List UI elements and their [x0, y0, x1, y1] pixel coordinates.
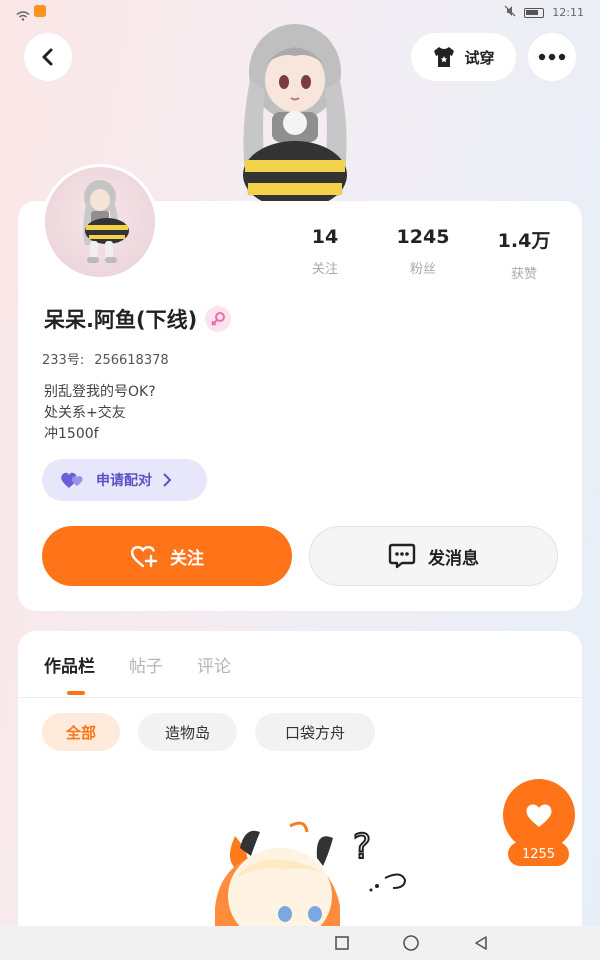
empty-state-illustration: ? [205, 818, 415, 944]
chevron-right-icon [163, 473, 172, 487]
chat-bubble-icon [388, 543, 416, 569]
tab-divider [18, 697, 582, 698]
heart-icon [526, 804, 552, 827]
try-on-button[interactable]: 试穿 [411, 33, 516, 81]
uid-value[interactable]: 256618378 [94, 353, 168, 368]
tshirt-icon [434, 47, 455, 67]
stat-following[interactable]: 14 关注 [280, 226, 370, 277]
app-notification-icon [34, 5, 46, 17]
stat-followers-label: 粉丝 [409, 262, 436, 277]
triangle-back-icon [475, 936, 487, 950]
battery-icon [524, 7, 545, 18]
uid-label: 233号: [42, 353, 85, 368]
pair-request-label: 申请配对 [96, 473, 152, 489]
home-button[interactable] [402, 934, 420, 952]
stat-likes[interactable]: 1.4万 获赞 [479, 226, 569, 282]
username-row: 呆呆.阿鱼(下线) [44, 304, 232, 334]
svg-text:?: ? [353, 827, 371, 867]
stat-following-label: 关注 [311, 262, 338, 277]
send-message-label: 发消息 [428, 548, 479, 569]
back-button[interactable] [24, 33, 72, 81]
pair-request-button[interactable]: 申请配对 [42, 459, 207, 501]
uid-row: 233号: 256618378 [42, 349, 179, 368]
system-back-button[interactable] [472, 934, 490, 952]
system-navigation-bar [0, 926, 600, 960]
like-count: 1255 [508, 842, 569, 866]
follow-button[interactable]: 关注 [42, 526, 292, 586]
female-gender-icon [205, 306, 232, 332]
tab-works[interactable]: 作品栏 [44, 652, 95, 677]
avatar[interactable] [42, 164, 158, 280]
bio-line: 处关系+交友 [44, 405, 126, 421]
mute-icon [504, 5, 516, 20]
stat-followers-value: 1245 [396, 226, 450, 248]
status-time: 12:11 [552, 6, 584, 19]
try-on-label: 试穿 [464, 48, 495, 67]
recent-apps-button[interactable] [333, 934, 351, 952]
more-options-button[interactable] [528, 33, 576, 81]
active-tab-indicator [67, 691, 85, 695]
stat-likes-value: 1.4万 [497, 230, 551, 252]
profile-stats: 14 关注 1245 粉丝 1.4万 获赞 [280, 226, 580, 282]
bio-line: 冲1500f [44, 426, 99, 442]
heart-plus-icon [130, 546, 158, 568]
more-dots-icon [538, 53, 566, 61]
stat-following-value: 14 [311, 226, 339, 248]
tab-comments[interactable]: 评论 [197, 652, 231, 677]
username: 呆呆.阿鱼(下线) [44, 308, 198, 332]
hearts-icon [61, 472, 83, 488]
character-3d-avatar[interactable] [220, 20, 370, 209]
wifi-icon [16, 6, 30, 21]
bio: 别乱登我的号OK? 处关系+交友 冲1500f [44, 382, 156, 445]
follow-label: 关注 [170, 548, 204, 569]
bio-line: 别乱登我的号OK? [44, 384, 156, 400]
stat-followers[interactable]: 1245 粉丝 [378, 226, 468, 277]
send-message-button[interactable]: 发消息 [309, 526, 558, 586]
circle-icon [403, 935, 419, 951]
tab-posts[interactable]: 帖子 [129, 652, 163, 677]
content-tabs: 作品栏 帖子 评论 [44, 652, 231, 677]
filter-chip-all[interactable]: 全部 [42, 713, 120, 751]
filter-chip-creation-island[interactable]: 造物岛 [138, 713, 237, 751]
back-arrow-icon [42, 48, 53, 66]
filter-chip-pocket-ark[interactable]: 口袋方舟 [255, 713, 375, 751]
square-icon [335, 936, 349, 950]
stat-likes-label: 获赞 [510, 267, 537, 282]
like-button[interactable] [503, 779, 575, 851]
